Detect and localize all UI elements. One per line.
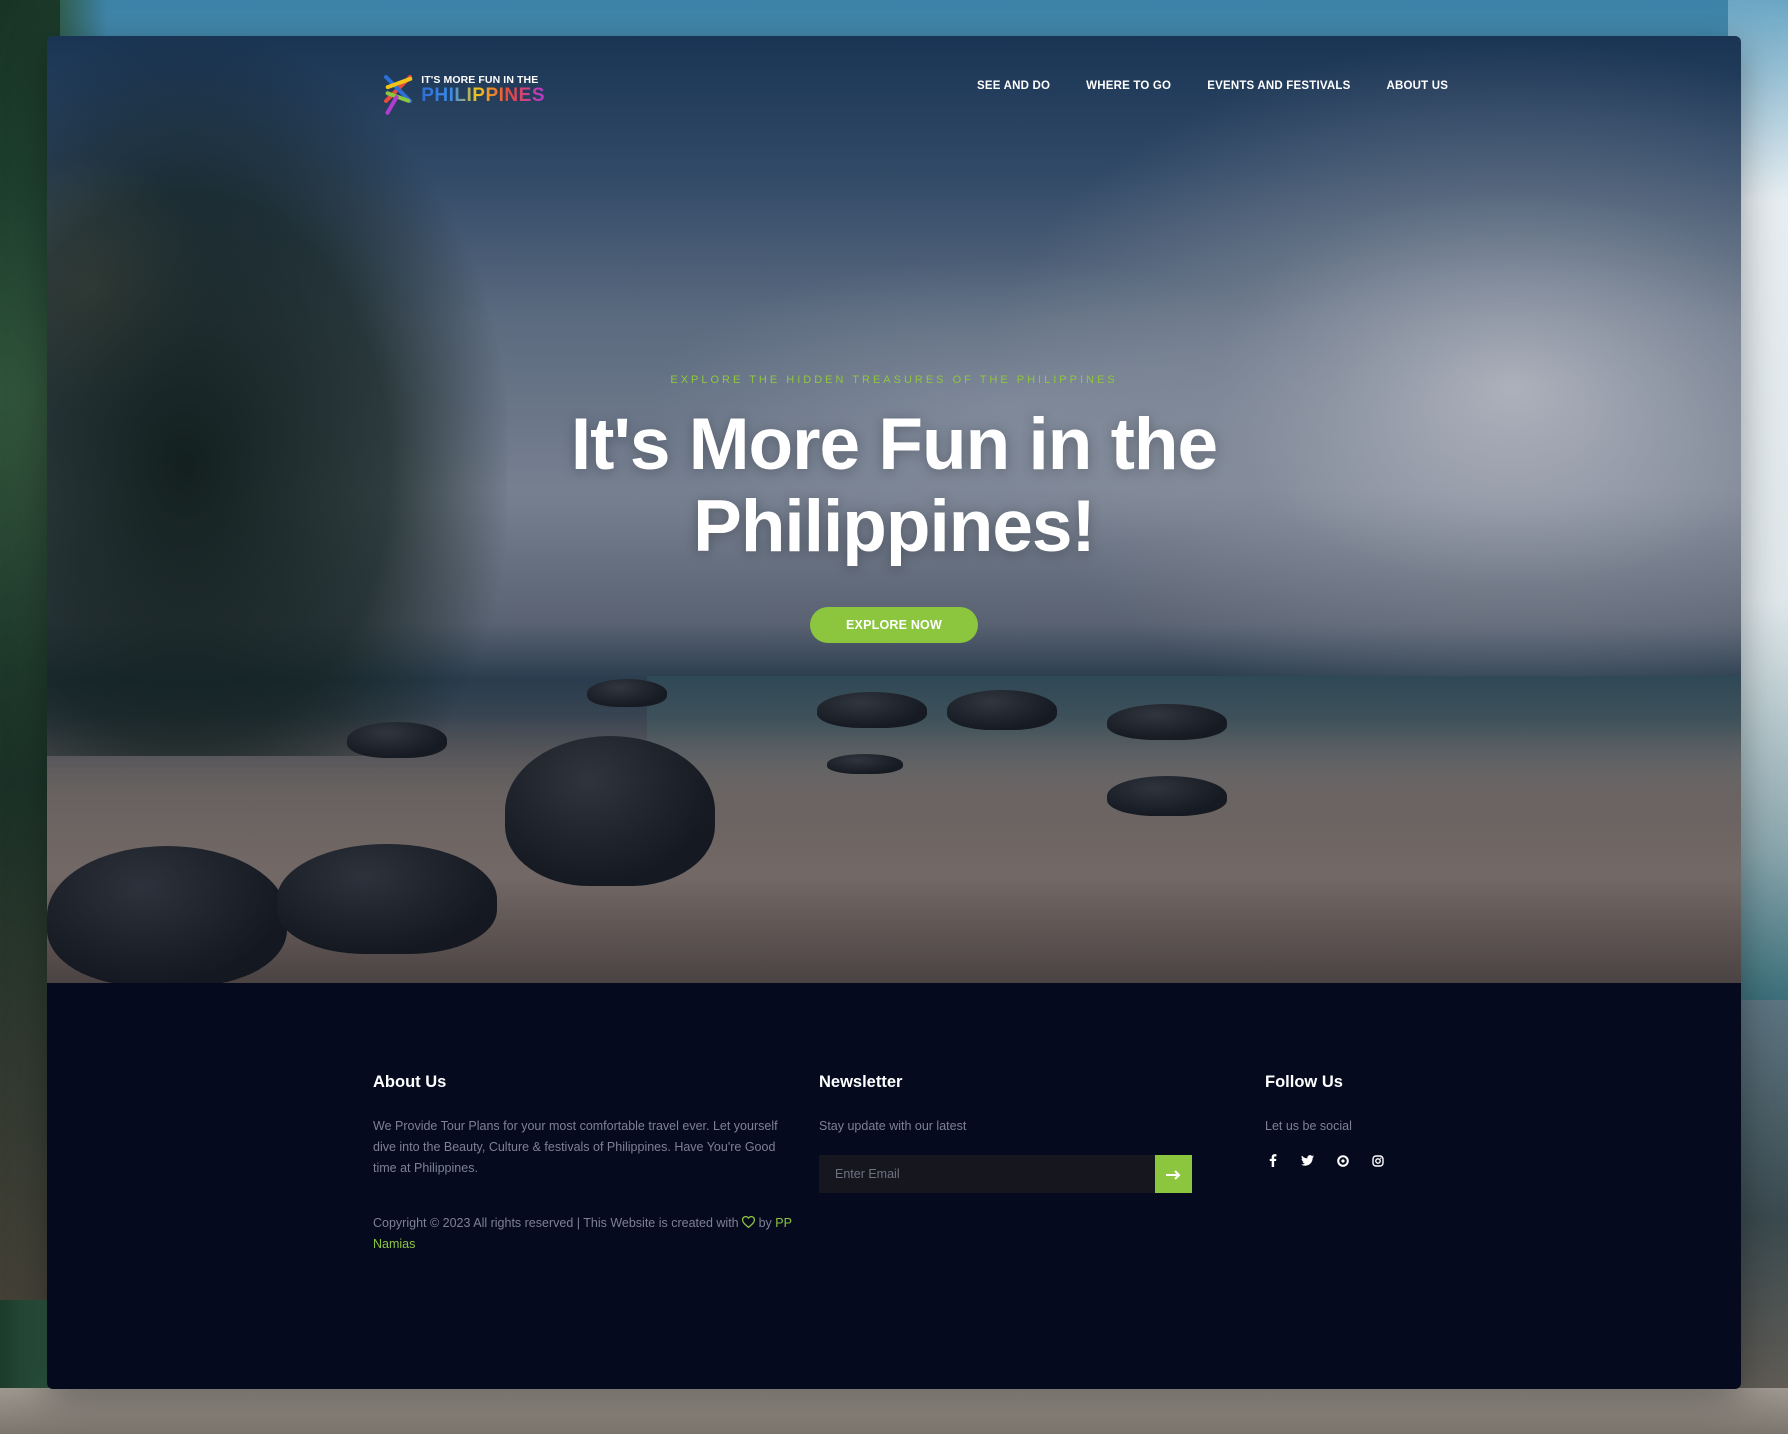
logo-mark-icon xyxy=(375,63,417,117)
site-logo[interactable]: IT'S MORE FUN IN THE PHILIPPINES xyxy=(375,60,545,120)
newsletter-form xyxy=(819,1155,1192,1193)
footer-follow-column: Follow Us Let us be social xyxy=(1265,1073,1565,1168)
footer-follow-title: Follow Us xyxy=(1265,1073,1343,1091)
nav-where-to-go[interactable]: WHERE TO GO xyxy=(1068,80,1189,92)
social-links xyxy=(1265,1153,1565,1168)
copyright-prefix: Copyright © 2023 All rights reserved | T… xyxy=(373,1216,739,1230)
nav-events-and-festivals[interactable]: EVENTS AND FESTIVALS xyxy=(1189,80,1368,92)
footer-about-column: About Us We Provide Tour Plans for your … xyxy=(373,1073,793,1255)
heart-icon xyxy=(742,1215,758,1230)
copyright-by: by xyxy=(758,1216,772,1230)
page-card: IT'S MORE FUN IN THE PHILIPPINES SEE AND… xyxy=(47,36,1741,1389)
hero-eyebrow: EXPLORE THE HIDDEN TREASURES OF THE PHIL… xyxy=(670,374,1118,386)
newsletter-submit-button[interactable] xyxy=(1155,1155,1192,1193)
instagram-icon[interactable] xyxy=(1370,1153,1385,1168)
logo-line-2: PHILIPPINES xyxy=(421,85,545,107)
arrow-right-icon xyxy=(1165,1164,1182,1185)
footer-about-text: We Provide Tour Plans for your most comf… xyxy=(373,1119,778,1175)
copyright-text: Copyright © 2023 All rights reserved | T… xyxy=(373,1213,793,1255)
footer-newsletter-column: Newsletter Stay update with our latest xyxy=(819,1073,1199,1193)
main-nav: SEE AND DO WHERE TO GO EVENTS AND FESTIV… xyxy=(959,80,1466,92)
hero-section: IT'S MORE FUN IN THE PHILIPPINES SEE AND… xyxy=(47,36,1741,983)
logo-line-1: IT'S MORE FUN IN THE xyxy=(421,73,539,86)
hero-headline-line-1: It's More Fun in the xyxy=(570,404,1218,485)
email-input[interactable] xyxy=(819,1155,1155,1193)
twitter-icon[interactable] xyxy=(1300,1153,1315,1168)
footer-follow-text: Let us be social xyxy=(1265,1119,1352,1133)
footer-newsletter-text: Stay update with our latest xyxy=(819,1119,967,1133)
facebook-icon[interactable] xyxy=(1265,1153,1280,1168)
dribbble-icon[interactable] xyxy=(1335,1153,1350,1168)
footer: About Us We Provide Tour Plans for your … xyxy=(47,983,1741,1389)
nav-about-us[interactable]: ABOUT US xyxy=(1369,80,1467,92)
hero-headline-line-2: Philippines! xyxy=(693,486,1096,567)
footer-about-title: About Us xyxy=(373,1073,447,1091)
hero-headline: It's More Fun in the Philippines! xyxy=(47,404,1741,568)
nav-see-and-do[interactable]: SEE AND DO xyxy=(959,80,1068,92)
explore-now-button[interactable]: EXPLORE NOW xyxy=(810,607,978,643)
background-sand xyxy=(0,1388,1788,1434)
footer-newsletter-title: Newsletter xyxy=(819,1073,903,1091)
